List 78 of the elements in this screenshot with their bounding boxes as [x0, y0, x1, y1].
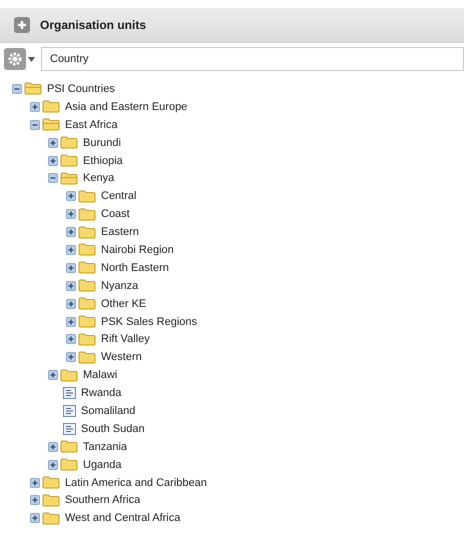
tree-item-label[interactable]: Ethiopia [83, 154, 123, 166]
folder-icon [60, 440, 78, 454]
expand-icon[interactable] [66, 280, 76, 291]
folder-icon [78, 297, 96, 310]
folder-icon [78, 350, 96, 364]
folder-icon [60, 368, 78, 382]
expand-icon[interactable] [30, 102, 40, 112]
open-folder-icon [24, 82, 42, 96]
tree-item-label[interactable]: Malawi [83, 369, 118, 382]
tree-item-label[interactable]: South Sudan [81, 422, 145, 435]
expand-icon[interactable] [66, 262, 76, 273]
folder-icon [60, 136, 78, 150]
expand-icon[interactable] [66, 244, 76, 255]
folder-icon [78, 332, 96, 346]
tree-item-label[interactable]: Uganda [83, 458, 122, 471]
collapse-icon[interactable] [30, 120, 40, 130]
tree-item-label[interactable]: Southern Africa [65, 494, 140, 506]
expand-icon[interactable] [30, 495, 40, 506]
open-folder-icon [60, 172, 78, 185]
tree-item-label[interactable]: North Eastern [101, 262, 169, 274]
expand-icon[interactable] [48, 156, 58, 166]
expand-icon[interactable] [48, 460, 58, 470]
tree-item-label[interactable]: Nairobi Region [101, 244, 174, 256]
folder-icon [42, 512, 60, 525]
tree-item-label[interactable]: Nyanza [101, 280, 138, 292]
expand-icon[interactable] [66, 334, 76, 344]
folder-icon [78, 315, 96, 328]
expand-icon[interactable] [66, 191, 76, 202]
tree-item-label[interactable]: Central [101, 190, 136, 202]
expand-icon[interactable] [66, 316, 76, 327]
tree-item-label[interactable]: PSK Sales Regions [101, 316, 197, 328]
tree-item-label[interactable]: West and Central Africa [65, 512, 180, 524]
document-icon [63, 404, 76, 417]
folder-icon [78, 261, 96, 274]
folder-icon [60, 458, 78, 472]
tree-item-label[interactable]: Coast [101, 208, 130, 220]
tree-item-label[interactable]: Tanzania [83, 440, 128, 453]
folder-icon [78, 208, 96, 221]
folder-icon [78, 226, 96, 239]
tree-item-label[interactable]: Rift Valley [101, 333, 150, 346]
folder-icon [42, 476, 60, 490]
folder-icon [78, 190, 96, 203]
expand-icon[interactable] [30, 513, 40, 524]
folder-icon [42, 100, 60, 114]
expand-icon[interactable] [30, 478, 40, 488]
expand-icon[interactable] [48, 442, 58, 452]
document-icon [63, 422, 76, 435]
caret-icon [28, 56, 35, 62]
search-field[interactable]: Country [41, 47, 464, 71]
expand-icon[interactable] [66, 227, 76, 238]
tree-item-label[interactable]: Somaliland [81, 404, 136, 417]
folder-icon [78, 279, 96, 292]
tree-item-label[interactable]: Latin America and Caribbean [65, 476, 207, 489]
gear-icon [4, 48, 26, 70]
tree-item-label[interactable]: Kenya [83, 172, 114, 184]
expand-icon[interactable] [66, 352, 76, 362]
tree-item-label[interactable]: Western [101, 351, 142, 364]
expand-icon[interactable] [66, 298, 76, 309]
tree-item-label[interactable]: Asia and Eastern Europe [65, 100, 188, 113]
expand-icon[interactable] [48, 370, 58, 380]
folder-icon [78, 243, 96, 256]
expand-icon[interactable] [66, 209, 76, 220]
expand-icon[interactable] [48, 138, 58, 148]
collapse-icon[interactable] [48, 173, 58, 184]
tree-item-label[interactable]: Eastern [101, 226, 139, 238]
tree-item-label[interactable]: Burundi [83, 136, 121, 149]
settings-button[interactable] [4, 48, 38, 70]
folder-icon [42, 494, 60, 507]
tree-item-label[interactable]: PSI Countries [47, 82, 115, 95]
add-icon[interactable] [14, 17, 30, 33]
panel-title: Organisation units [40, 18, 146, 32]
open-folder-icon [42, 118, 60, 132]
tree-item-label[interactable]: East Africa [65, 118, 118, 131]
document-icon [63, 387, 76, 400]
tree-item-label[interactable]: Rwanda [81, 387, 122, 400]
folder-icon [60, 154, 78, 167]
collapse-icon[interactable] [12, 84, 22, 94]
tree-item-label[interactable]: Other KE [101, 298, 146, 310]
